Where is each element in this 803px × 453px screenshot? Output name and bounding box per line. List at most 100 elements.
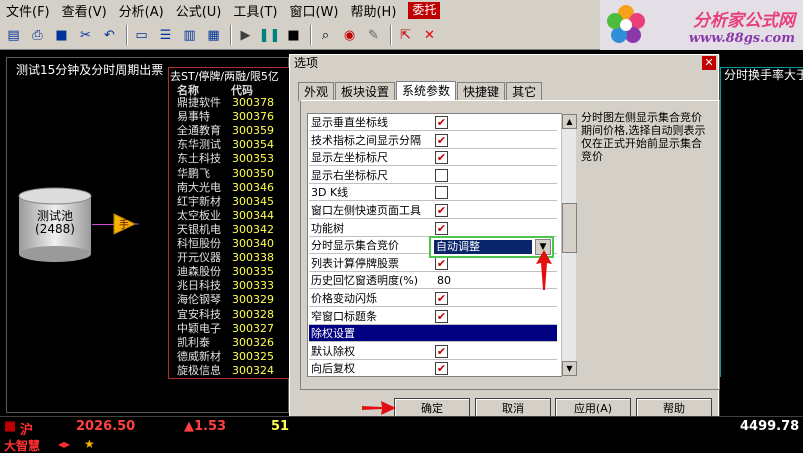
tab-bar: 外观 板块设置 系统参数 快捷键 其它 [298,81,543,101]
scroll-up-icon[interactable]: ▲ [562,114,577,129]
option-checkbox[interactable]: ✔ [435,292,448,305]
table-row[interactable]: 宜安科技 300328 [169,308,291,322]
edit-icon[interactable]: ✎ [363,25,384,46]
option-checkbox[interactable]: ✔ [435,344,448,358]
stock-code: 300378 [232,96,274,109]
menu-analysis[interactable]: 分析(A) [119,1,164,20]
option-label: 向后复权 [311,362,355,376]
tab-system-params[interactable]: 系统参数 [396,81,457,101]
option-row[interactable]: 功能树 ✔ [309,220,557,237]
filter-arrow-icon[interactable]: 手 [113,211,139,237]
stock-name: 旋极信息 [177,363,221,377]
stock-name: 易事特 [177,110,210,124]
option-checkbox[interactable] [435,168,448,182]
scroll-thumb[interactable] [562,203,577,253]
options-section-header[interactable]: 除权设置 [309,325,557,343]
table-row[interactable]: 太空板业 300344 [169,209,291,223]
table-row[interactable]: 兆日科技 300333 [169,279,291,293]
option-checkbox[interactable]: ✔ [435,221,448,235]
table-row[interactable]: 迪森股份 300335 [169,265,291,279]
play-icon[interactable]: ▶ [235,25,256,46]
table-row[interactable]: 全通教育 300359 [169,124,291,138]
stop-icon[interactable]: ■ [283,25,304,46]
menu-tools[interactable]: 工具(T) [233,1,277,20]
menu-help[interactable]: 帮助(H) [350,1,396,20]
option-row[interactable]: 显示垂直坐标线 ✔ [309,114,557,131]
menu-window[interactable]: 窗口(W) [289,1,338,20]
table-row[interactable]: 东土科技 300353 [169,152,291,166]
option-row[interactable]: 显示左坐标标尺 ✔ [309,149,557,167]
save-icon[interactable]: ■ [51,25,72,46]
options-dialog: 选项 ✕ 外观 板块设置 系统参数 快捷键 其它 显示垂直坐标线 ✔ 技术指标之间显… [289,54,720,426]
table-row[interactable]: 德威新材 300325 [169,350,291,364]
open-icon[interactable]: ▤ [3,25,24,46]
star-icon[interactable]: ★ [84,437,95,451]
tab-other[interactable]: 其它 [506,82,543,101]
option-checkbox[interactable] [435,186,448,200]
pause-icon[interactable]: ❚❚ [259,25,281,46]
option-label: 显示右坐标标尺 [311,168,388,182]
option-label: 显示垂直坐标线 [311,116,388,129]
nav-arrows-icon[interactable]: ◂▸ [58,437,70,451]
table-row[interactable]: 南大光电 300346 [169,181,291,195]
option-row[interactable]: 窄窗口标题条 ✔ [309,308,557,325]
table-row[interactable]: 中颖电子 300327 [169,322,291,336]
table-row[interactable]: 科恒股份 300340 [169,237,291,251]
export-icon[interactable]: ⇱ [395,25,416,46]
table-row[interactable]: 华鹏飞 300350 [169,167,291,181]
table-row[interactable]: 海伦钢琴 300329 [169,293,291,307]
menu-entrust[interactable]: 委托 [408,2,441,19]
toolbar-separator [310,25,312,45]
option-row[interactable]: 技术指标之间显示分隔 ✔ [309,132,557,149]
cascade-icon[interactable]: ▦ [203,25,224,46]
menu-view[interactable]: 查看(V) [62,1,107,20]
print-icon[interactable]: ⎙ [27,25,48,46]
option-checkbox[interactable]: ✔ [435,309,448,323]
option-checkbox[interactable]: ✔ [435,133,448,147]
stock-name: 东土科技 [177,152,221,166]
find-icon[interactable]: ◉ [339,25,360,46]
dialog-close-icon[interactable]: ✕ [702,56,716,70]
toolbar-separator [390,25,392,45]
turnover-window-frame [720,67,803,377]
menu-formula[interactable]: 公式(U) [176,1,222,20]
scroll-down-icon[interactable]: ▼ [562,361,577,376]
table-row[interactable]: 红宇新材 300345 [169,195,291,209]
option-checkbox[interactable]: ✔ [435,362,448,376]
tab-appearance[interactable]: 外观 [298,82,335,101]
table-row[interactable]: 鼎捷软件 300378 [169,96,291,110]
stock-code: 300326 [232,335,274,349]
bottom-bar: 大智慧 ◂▸ ★ [0,436,803,453]
undo-icon[interactable]: ↶ [99,25,120,46]
close-icon[interactable]: ✕ [419,25,440,46]
option-row[interactable]: 历史回忆窗透明度(%) 80 [309,272,557,290]
option-row[interactable]: 窗口左侧快速页面工具 ✔ [309,202,557,219]
option-row[interactable]: 向后复权 ✔ [309,360,557,376]
tab-sector-settings[interactable]: 板块设置 [335,82,396,101]
table-row[interactable]: 东华测试 300354 [169,138,291,152]
option-row[interactable]: 默认除权 ✔ [309,343,557,360]
table-row[interactable]: 天银机电 300342 [169,223,291,237]
option-checkbox[interactable]: ✔ [435,151,448,165]
table-row[interactable]: 易事特 300376 [169,110,291,124]
option-value[interactable]: 80 [437,272,451,289]
option-checkbox[interactable]: ✔ [435,116,448,129]
tile-icon[interactable]: ▥ [179,25,200,46]
tools-icon[interactable]: ✂ [75,25,96,46]
tab-shortcuts[interactable]: 快捷键 [457,82,506,101]
option-checkbox[interactable]: ✔ [435,204,448,217]
option-checkbox[interactable]: ✔ [435,256,448,270]
table-row[interactable]: 凯利泰 300326 [169,335,291,350]
table-row[interactable]: 开元仪器 300338 [169,251,291,265]
window-icon[interactable]: ▭ [131,25,152,46]
brand-label[interactable]: 大智慧 [4,437,40,453]
menu-file[interactable]: 文件(F) [6,1,50,20]
option-row[interactable]: 价格变动闪烁 ✔ [309,290,557,307]
table-row[interactable]: 旋极信息 300324 [169,363,291,378]
option-row[interactable]: 显示右坐标标尺 [309,167,557,184]
options-scrollbar[interactable]: ▲ ▼ [561,114,577,376]
stock-name: 东华测试 [177,138,221,152]
layout-icon[interactable]: ☰ [155,25,176,46]
search-icon[interactable]: ⌕ [315,25,336,46]
option-row[interactable]: 3D K线 [309,184,557,202]
